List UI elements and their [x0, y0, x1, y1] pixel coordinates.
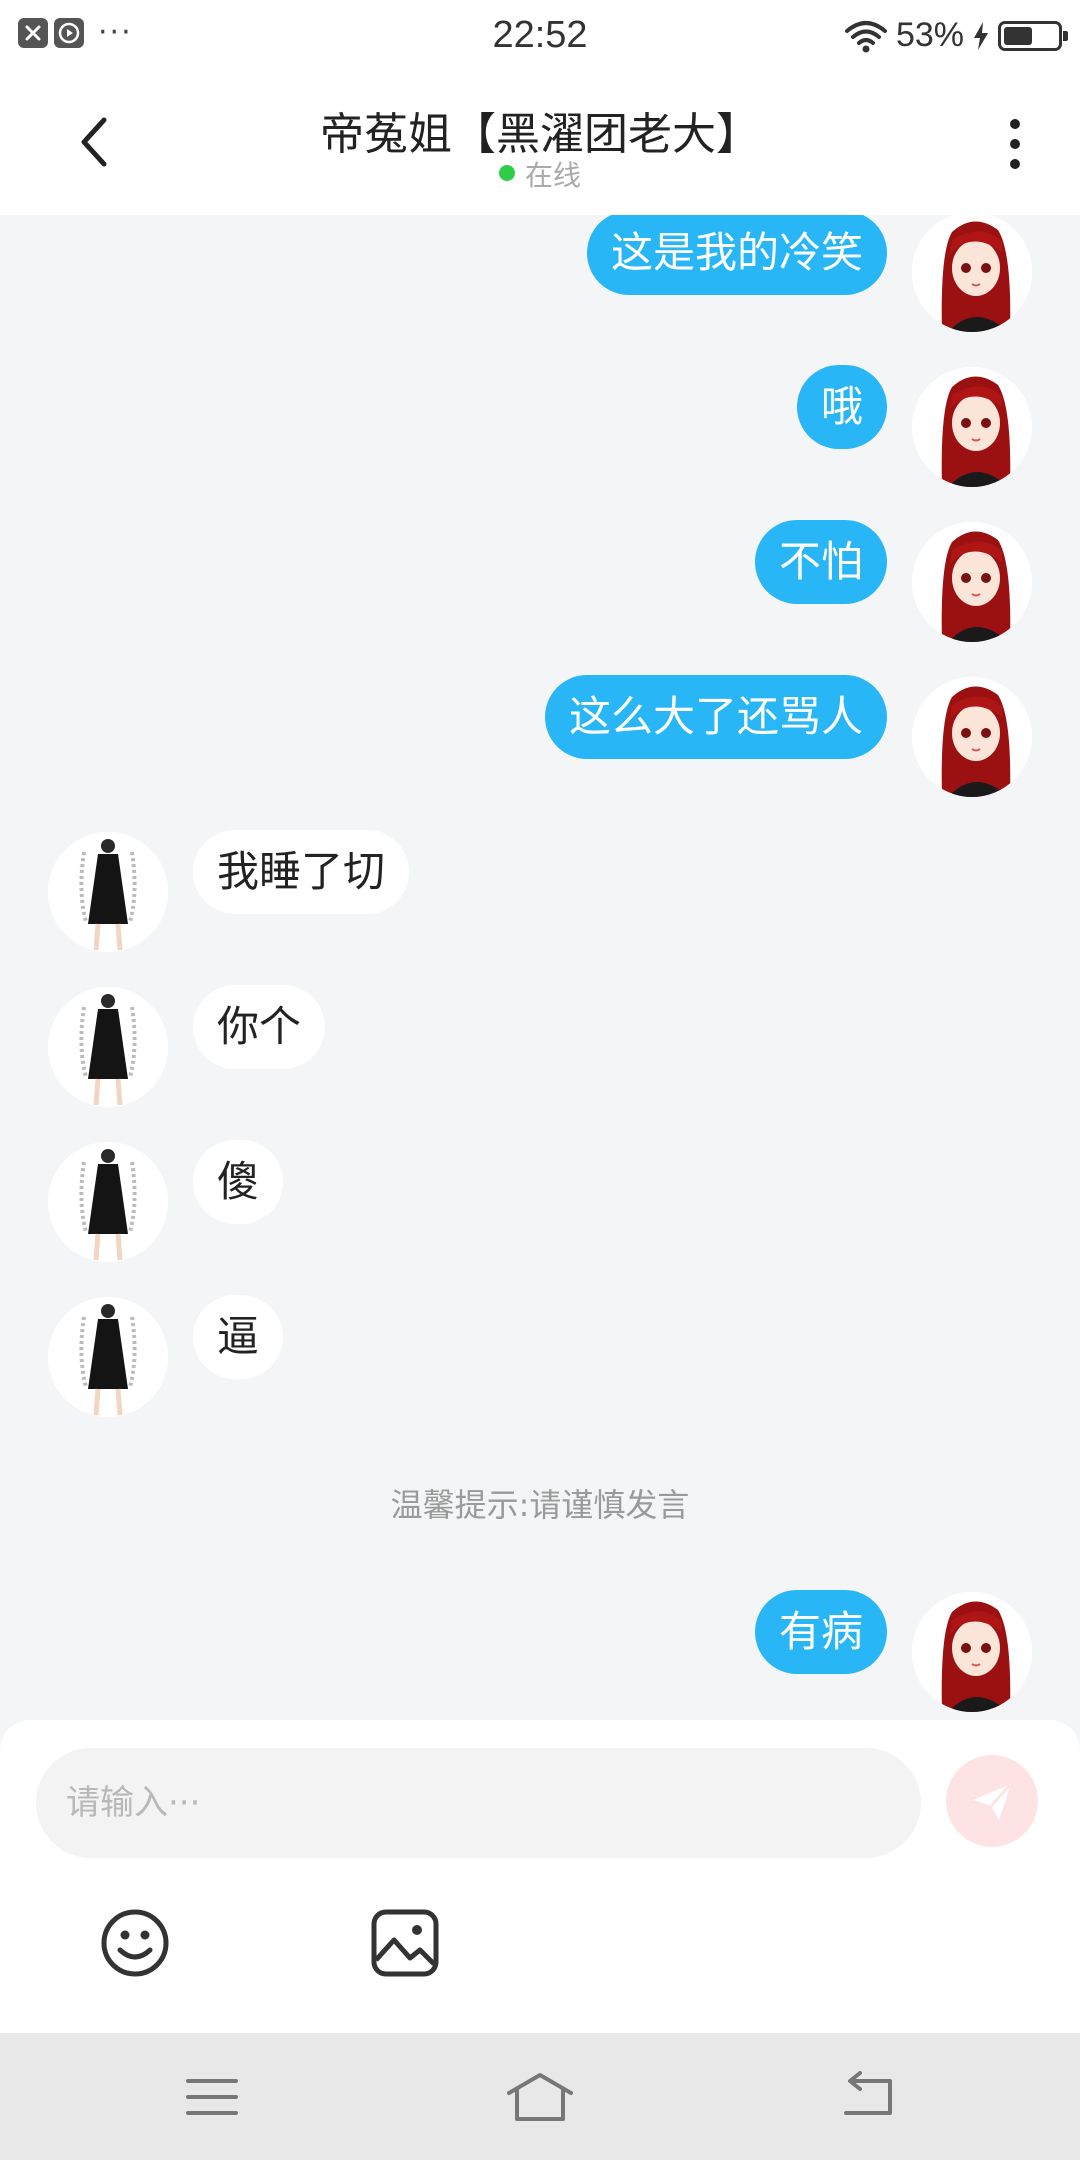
my-avatar[interactable]: [912, 367, 1032, 487]
emoji-icon: [101, 1909, 169, 1977]
vertical-dots-icon: [1010, 119, 1020, 169]
home-icon: [507, 2073, 573, 2121]
message-bubble-outgoing[interactable]: 这是我的冷笑: [586, 215, 887, 295]
message-bubble-outgoing[interactable]: 这么大了还骂人: [544, 675, 887, 759]
system-navigation-bar: [0, 2033, 1080, 2160]
more-options-button[interactable]: [1000, 114, 1030, 174]
my-avatar[interactable]: [912, 1592, 1032, 1712]
online-status-text: 在线: [524, 159, 581, 192]
image-button[interactable]: [368, 1906, 442, 1980]
contact-status: 在线: [0, 154, 1080, 194]
back-nav-button[interactable]: [838, 2067, 898, 2127]
battery-level: [1004, 26, 1032, 45]
system-tip: 温馨提示:请谨慎发言: [390, 1486, 690, 1524]
my-avatar[interactable]: [912, 522, 1032, 642]
message-bubble-incoming[interactable]: 我睡了切: [193, 830, 410, 914]
battery-icon: [998, 20, 1068, 51]
home-button[interactable]: [505, 2067, 575, 2127]
online-dot: [498, 165, 515, 181]
contact-avatar[interactable]: [48, 1297, 168, 1417]
menu-button[interactable]: [182, 2067, 242, 2127]
contact-avatar[interactable]: [48, 987, 168, 1107]
send-button[interactable]: [946, 1755, 1038, 1847]
contact-avatar[interactable]: [48, 1142, 168, 1262]
contact-avatar[interactable]: [48, 832, 168, 952]
image-icon: [371, 1909, 439, 1977]
message-bubble-incoming[interactable]: 你个: [193, 985, 326, 1069]
status-bar: ··· 22:52 53%: [0, 0, 1080, 72]
menu-icon: [186, 2079, 238, 2115]
wifi-icon: [844, 20, 887, 52]
message-bubble-incoming[interactable]: 逼: [193, 1295, 284, 1379]
composer: [0, 1720, 1080, 2033]
message-list[interactable]: 这是我的冷笑 哦 不怕 这么大了还骂人 我睡了切 你个 傻 逼 温馨提示:请谨慎…: [0, 215, 1080, 1720]
my-avatar[interactable]: [912, 215, 1032, 332]
contact-name: 帝菟姐【黑濯团老大】: [320, 109, 760, 160]
status-right-icons: 53%: [844, 16, 1068, 55]
message-bubble-outgoing[interactable]: 不怕: [754, 520, 887, 604]
message-bubble-outgoing[interactable]: 哦: [796, 365, 887, 449]
back-icon: [844, 2071, 892, 2115]
send-icon: [973, 1782, 1013, 1820]
message-bubble-incoming[interactable]: 傻: [193, 1140, 284, 1224]
battery-percent: 53%: [895, 16, 964, 54]
charging-icon: [974, 21, 988, 50]
chat-header: 帝菟姐【黑濯团老大】 在线: [0, 72, 1080, 215]
emoji-button[interactable]: [98, 1906, 172, 1980]
my-avatar[interactable]: [912, 677, 1032, 797]
message-input[interactable]: [36, 1748, 921, 1858]
message-bubble-outgoing[interactable]: 有病: [754, 1590, 887, 1674]
